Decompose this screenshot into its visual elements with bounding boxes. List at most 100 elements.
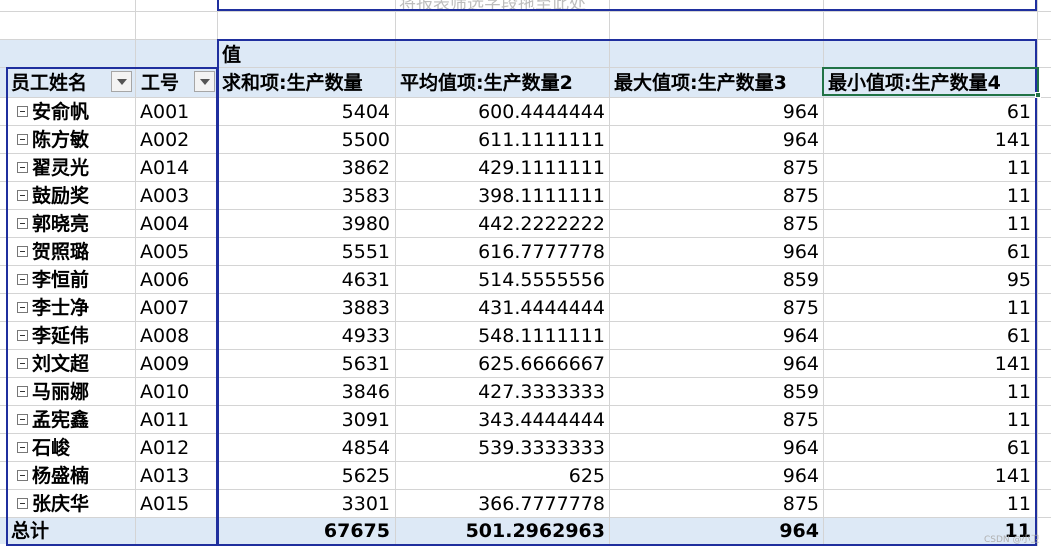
max-cell[interactable]: 964 bbox=[614, 467, 819, 486]
employee-id-cell[interactable]: A001 bbox=[140, 103, 189, 122]
average-cell[interactable]: 616.7777778 bbox=[400, 243, 605, 262]
employee-name-cell[interactable]: 杨盛楠 bbox=[32, 467, 89, 486]
max-cell[interactable]: 875 bbox=[614, 187, 819, 206]
max-cell[interactable]: 964 bbox=[614, 243, 819, 262]
employee-id-cell[interactable]: A009 bbox=[140, 355, 189, 374]
employee-name-cell[interactable]: 陈方敏 bbox=[32, 131, 89, 150]
average-cell[interactable]: 514.5555556 bbox=[400, 271, 605, 290]
collapse-icon[interactable] bbox=[17, 274, 28, 285]
average-cell[interactable]: 442.2222222 bbox=[400, 215, 605, 234]
sum-cell[interactable]: 5404 bbox=[230, 103, 390, 122]
column-header-max[interactable]: 最大值项:生产数量3 bbox=[614, 74, 787, 93]
fill-handle[interactable] bbox=[1035, 92, 1041, 98]
sum-cell[interactable]: 3091 bbox=[230, 411, 390, 430]
average-cell[interactable]: 427.3333333 bbox=[400, 383, 605, 402]
min-cell[interactable]: 95 bbox=[828, 271, 1031, 290]
employee-name-cell[interactable]: 安俞帆 bbox=[32, 103, 89, 122]
average-cell[interactable]: 611.1111111 bbox=[400, 131, 605, 150]
employee-name-cell[interactable]: 刘文超 bbox=[32, 355, 89, 374]
sum-cell[interactable]: 5551 bbox=[230, 243, 390, 262]
employee-name-cell[interactable]: 石峻 bbox=[32, 439, 70, 458]
employee-name-cell[interactable]: 李士净 bbox=[32, 299, 89, 318]
max-cell[interactable]: 964 bbox=[614, 103, 819, 122]
max-cell[interactable]: 859 bbox=[614, 383, 819, 402]
min-cell[interactable]: 11 bbox=[828, 215, 1031, 234]
sum-cell[interactable]: 5625 bbox=[230, 467, 390, 486]
sum-cell[interactable]: 4631 bbox=[230, 271, 390, 290]
employee-id-cell[interactable]: A014 bbox=[140, 159, 189, 178]
report-filter-drop-zone[interactable]: 将报表筛选字段拖至此处 bbox=[217, 0, 1037, 11]
max-cell[interactable]: 875 bbox=[614, 411, 819, 430]
sum-cell[interactable]: 3583 bbox=[230, 187, 390, 206]
max-cell[interactable]: 875 bbox=[614, 215, 819, 234]
employee-name-cell[interactable]: 翟灵光 bbox=[32, 159, 89, 178]
collapse-icon[interactable] bbox=[17, 386, 28, 397]
max-cell[interactable]: 875 bbox=[614, 299, 819, 318]
employee-name-cell[interactable]: 李恒前 bbox=[32, 271, 89, 290]
average-cell[interactable]: 625 bbox=[400, 467, 605, 486]
collapse-icon[interactable] bbox=[17, 162, 28, 173]
min-cell[interactable]: 61 bbox=[828, 439, 1031, 458]
average-cell[interactable]: 625.6666667 bbox=[400, 355, 605, 374]
average-cell[interactable]: 343.4444444 bbox=[400, 411, 605, 430]
column-header-employee-id[interactable]: 工号 bbox=[141, 74, 179, 93]
average-cell[interactable]: 398.1111111 bbox=[400, 187, 605, 206]
min-cell[interactable]: 11 bbox=[828, 187, 1031, 206]
max-cell[interactable]: 964 bbox=[614, 327, 819, 346]
sum-cell[interactable]: 4854 bbox=[230, 439, 390, 458]
collapse-icon[interactable] bbox=[17, 330, 28, 341]
employee-id-cell[interactable]: A005 bbox=[140, 243, 189, 262]
sum-cell[interactable]: 5500 bbox=[230, 131, 390, 150]
employee-id-filter-dropdown[interactable] bbox=[194, 71, 215, 92]
employee-id-cell[interactable]: A003 bbox=[140, 187, 189, 206]
employee-id-cell[interactable]: A002 bbox=[140, 131, 189, 150]
employee-id-cell[interactable]: A006 bbox=[140, 271, 189, 290]
collapse-icon[interactable] bbox=[17, 302, 28, 313]
min-cell[interactable]: 11 bbox=[828, 383, 1031, 402]
employee-id-cell[interactable]: A015 bbox=[140, 495, 189, 514]
employee-name-cell[interactable]: 马丽娜 bbox=[32, 383, 89, 402]
employee-name-filter-dropdown[interactable] bbox=[111, 71, 132, 92]
min-cell[interactable]: 11 bbox=[828, 299, 1031, 318]
column-header-average[interactable]: 平均值项:生产数量2 bbox=[400, 74, 573, 93]
grand-total-sum[interactable]: 67675 bbox=[230, 522, 390, 541]
employee-name-cell[interactable]: 贺照璐 bbox=[32, 243, 89, 262]
employee-id-cell[interactable]: A013 bbox=[140, 467, 189, 486]
max-cell[interactable]: 964 bbox=[614, 439, 819, 458]
average-cell[interactable]: 429.1111111 bbox=[400, 159, 605, 178]
average-cell[interactable]: 366.7777778 bbox=[400, 495, 605, 514]
min-cell[interactable]: 61 bbox=[828, 327, 1031, 346]
sum-cell[interactable]: 5631 bbox=[230, 355, 390, 374]
employee-name-cell[interactable]: 郭晓亮 bbox=[32, 215, 89, 234]
min-cell[interactable]: 61 bbox=[828, 243, 1031, 262]
collapse-icon[interactable] bbox=[17, 134, 28, 145]
employee-name-cell[interactable]: 李延伟 bbox=[32, 327, 89, 346]
collapse-icon[interactable] bbox=[17, 106, 28, 117]
spreadsheet-grid[interactable]: 将报表筛选字段拖至此处 值 员工姓名 工号 求和项:生产数量 平均值项:生产数量… bbox=[0, 0, 1051, 550]
grand-total-max[interactable]: 964 bbox=[614, 522, 819, 541]
min-cell[interactable]: 141 bbox=[828, 467, 1031, 486]
collapse-icon[interactable] bbox=[17, 414, 28, 425]
sum-cell[interactable]: 3883 bbox=[230, 299, 390, 318]
collapse-icon[interactable] bbox=[17, 190, 28, 201]
sum-cell[interactable]: 3862 bbox=[230, 159, 390, 178]
employee-name-cell[interactable]: 张庆华 bbox=[32, 495, 89, 514]
employee-name-cell[interactable]: 孟宪鑫 bbox=[32, 411, 89, 430]
grand-total-average[interactable]: 501.2962963 bbox=[400, 522, 605, 541]
max-cell[interactable]: 875 bbox=[614, 159, 819, 178]
employee-id-cell[interactable]: A010 bbox=[140, 383, 189, 402]
min-cell[interactable]: 11 bbox=[828, 159, 1031, 178]
min-cell[interactable]: 11 bbox=[828, 411, 1031, 430]
employee-id-cell[interactable]: A007 bbox=[140, 299, 189, 318]
employee-id-cell[interactable]: A012 bbox=[140, 439, 189, 458]
column-header-sum[interactable]: 求和项:生产数量 bbox=[222, 74, 363, 93]
min-cell[interactable]: 61 bbox=[828, 103, 1031, 122]
selected-cell[interactable] bbox=[822, 67, 1039, 96]
employee-id-cell[interactable]: A011 bbox=[140, 411, 189, 430]
sum-cell[interactable]: 3980 bbox=[230, 215, 390, 234]
max-cell[interactable]: 859 bbox=[614, 271, 819, 290]
employee-name-cell[interactable]: 鼓励奖 bbox=[32, 187, 89, 206]
collapse-icon[interactable] bbox=[17, 358, 28, 369]
values-field-label[interactable]: 值 bbox=[222, 46, 241, 65]
average-cell[interactable]: 600.4444444 bbox=[400, 103, 605, 122]
